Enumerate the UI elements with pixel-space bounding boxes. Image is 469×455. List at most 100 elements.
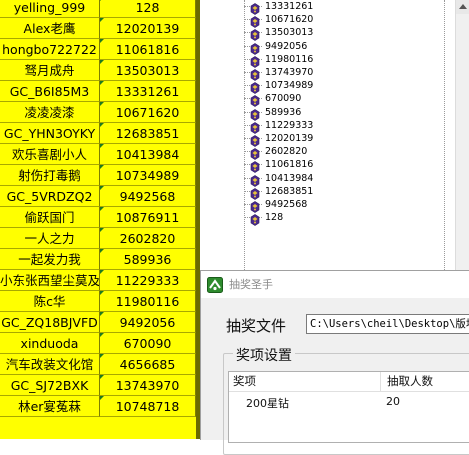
name-cell[interactable]: Alex老鹰	[0, 18, 100, 39]
tree-item-label: 670090	[265, 93, 302, 105]
number-cell[interactable]: 10734989	[100, 165, 196, 186]
tree-node-icon	[250, 198, 260, 213]
tree-item[interactable]: 11061816	[200, 158, 452, 174]
tree-item[interactable]: 10671620	[200, 13, 452, 29]
sheet-row: 欢乐喜剧小人 10413984	[0, 144, 200, 165]
number-cell[interactable]: 12683851	[100, 123, 196, 144]
number-cell[interactable]: 13743970	[100, 375, 196, 396]
name-cell[interactable]: 凌凌凌漆	[0, 102, 100, 123]
text-number-marker-icon	[100, 354, 104, 358]
sheet-row: 一起发力我 589936	[0, 249, 200, 270]
name-cell[interactable]: 驽月成舟	[0, 60, 100, 81]
tree-scrollbar[interactable]	[455, 0, 469, 270]
name-cell[interactable]: 陈c华	[0, 291, 100, 312]
tree-item[interactable]: 128	[200, 211, 452, 227]
tree-item[interactable]: 589936	[200, 106, 452, 121]
name-cell[interactable]: GC_B6I85M3	[0, 81, 100, 102]
number-cell[interactable]: 10748718	[100, 396, 196, 417]
name-cell[interactable]: 欢乐喜剧小人	[0, 144, 100, 165]
tree-item[interactable]: 670090	[200, 92, 452, 108]
tree-item[interactable]: 2602820	[200, 145, 452, 161]
text-number-marker-icon	[100, 333, 104, 337]
number-cell[interactable]: 4656685	[100, 354, 196, 375]
tree-item[interactable]: 9492568	[200, 198, 452, 213]
tree-item[interactable]: 11229333	[200, 119, 452, 134]
number-cell[interactable]: 128	[100, 0, 196, 18]
number-cell[interactable]: 10671620	[100, 102, 196, 123]
name-cell[interactable]: xinduoda	[0, 333, 100, 354]
header-award[interactable]: 奖项	[229, 372, 381, 391]
tree-node-icon	[250, 145, 260, 161]
tree-item-label: 10413984	[265, 172, 314, 184]
number-cell[interactable]: 11980116	[100, 291, 196, 312]
number-cell[interactable]: 589936	[100, 249, 196, 270]
tree-node-icon	[250, 106, 260, 121]
award-cell[interactable]: 200星钻	[246, 395, 289, 411]
number-cell[interactable]: 670090	[100, 333, 196, 354]
name-cell[interactable]: 汽车改装文化馆	[0, 354, 100, 375]
name-cell[interactable]: yelling_999	[0, 0, 100, 18]
count-cell[interactable]: 20	[386, 395, 400, 408]
sheet-row: 陈c华 11980116	[0, 291, 200, 312]
text-number-marker-icon	[100, 228, 104, 232]
tree-item[interactable]: 12683851	[200, 185, 452, 200]
name-cell[interactable]: GC_ZQ18BJVFD	[0, 312, 100, 333]
name-cell[interactable]: 射伤打毒鹅	[0, 165, 100, 186]
number-cell[interactable]: 11229333	[100, 270, 196, 291]
number-cell[interactable]: 13331261	[100, 81, 196, 102]
tree-item[interactable]: 9492056	[200, 40, 452, 55]
dialog-title: 抽奖圣手	[229, 278, 273, 291]
tree-node-icon	[250, 119, 260, 134]
tree-item[interactable]: 13503013	[200, 26, 452, 42]
tree-item-label: 10671620	[265, 14, 314, 26]
tree-node-icon	[250, 211, 260, 227]
text-number-marker-icon	[100, 81, 104, 85]
tree-list[interactable]: 13331261 10671620 13503013 9492056 11980116 1…	[200, 0, 469, 270]
dialog-titlebar[interactable]: 抽奖圣手	[201, 271, 469, 298]
name-cell[interactable]: GC_YHN3OYKY	[0, 123, 100, 144]
sheet-row: 驽月成舟 13503013	[0, 60, 200, 81]
number-cell[interactable]: 11061816	[100, 39, 196, 60]
tree-item[interactable]: 12020139	[200, 132, 452, 147]
tree-node-icon	[250, 26, 260, 42]
text-number-marker-icon	[100, 291, 104, 295]
number-cell[interactable]: 12020139	[100, 18, 196, 39]
tree-node-icon	[250, 53, 260, 68]
header-count[interactable]: 抽取人数	[381, 372, 469, 391]
number-cell[interactable]: 10876911	[100, 207, 196, 228]
tree-item[interactable]: 10734989	[200, 79, 452, 95]
tree-node-icon	[250, 132, 260, 147]
sheet-row: 一人之力 2602820	[0, 228, 200, 249]
tree-item[interactable]: 13331261	[200, 0, 452, 15]
number-cell[interactable]: 9492056	[100, 312, 196, 333]
name-cell[interactable]: 一人之力	[0, 228, 100, 249]
tree-node-icon	[250, 13, 260, 29]
tree-item-label: 589936	[265, 106, 302, 118]
sheet-row: 汽车改装文化馆 4656685	[0, 354, 200, 375]
tree-item[interactable]: 10413984	[200, 172, 452, 187]
award-table[interactable]: 奖项 抽取人数 200星钻 20	[228, 371, 469, 443]
name-cell[interactable]: 林er宴菟菻	[0, 396, 100, 417]
file-path-input[interactable]: C:\Users\cheil\Desktop\版块	[306, 314, 469, 334]
tree-node-icon	[250, 0, 260, 15]
tree-item[interactable]: 13743970	[200, 66, 452, 81]
name-cell[interactable]: GC_SJ72BXK	[0, 375, 100, 396]
number-cell[interactable]: 10413984	[100, 144, 196, 165]
number-cell[interactable]: 9492568	[100, 186, 196, 207]
number-cell[interactable]: 13503013	[100, 60, 196, 81]
text-number-marker-icon	[100, 102, 104, 106]
sheet-row: 林er宴菟菻 10748718	[0, 396, 200, 417]
sheet-row: 射伤打毒鹅 10734989	[0, 165, 200, 186]
number-cell[interactable]: 2602820	[100, 228, 196, 249]
tree-item-label: 9492568	[265, 199, 308, 210]
tree-item-label: 13743970	[265, 67, 314, 78]
text-number-marker-icon	[100, 249, 104, 253]
name-cell[interactable]: hongbo722722	[0, 39, 100, 60]
tree-item-label: 12020139	[265, 133, 314, 144]
tree-item[interactable]: 11980116	[200, 53, 452, 68]
name-cell[interactable]: 小东张西望尘莫及	[0, 270, 100, 291]
name-cell[interactable]: GC_5VRDZQ2	[0, 186, 100, 207]
name-cell[interactable]: 一起发力我	[0, 249, 100, 270]
scroll-up-icon[interactable]	[456, 0, 469, 14]
name-cell[interactable]: 偷跃国门	[0, 207, 100, 228]
